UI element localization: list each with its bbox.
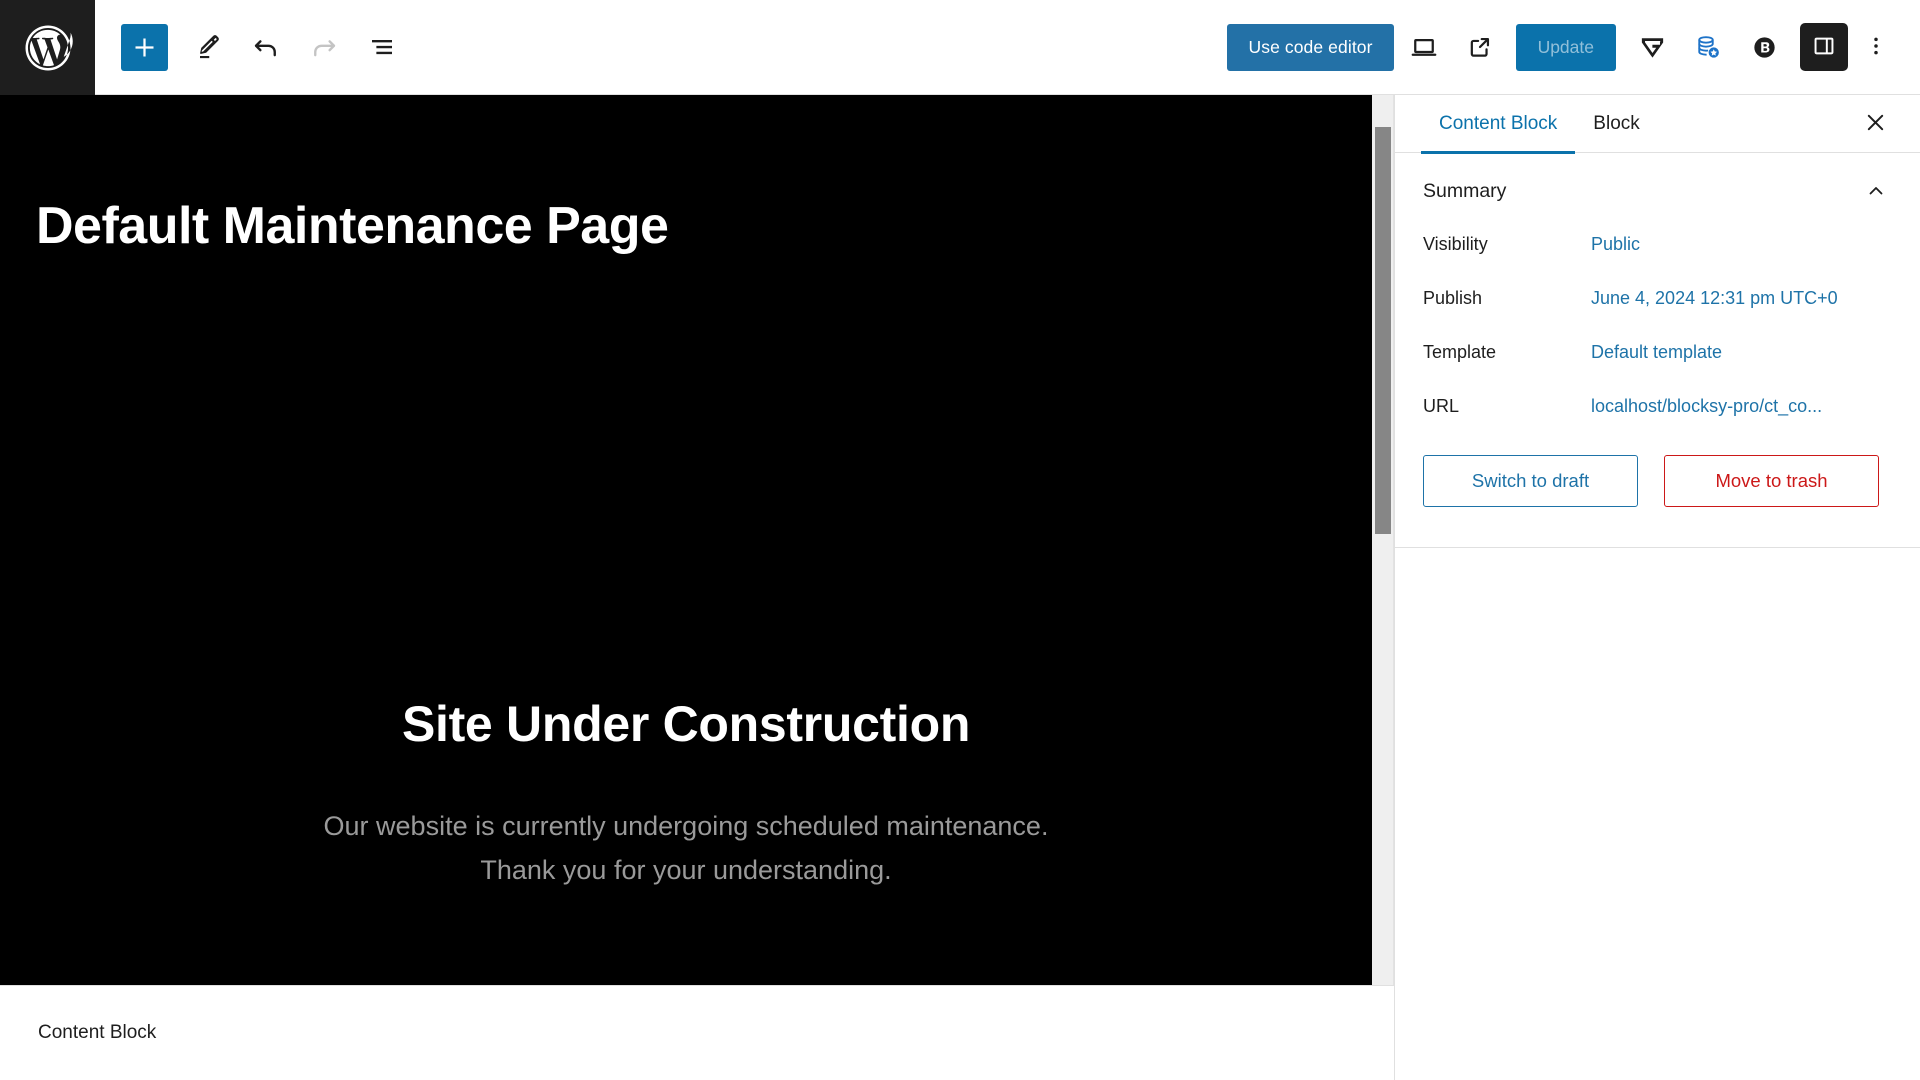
preview-button[interactable] bbox=[1398, 21, 1450, 73]
godaddy-button[interactable] bbox=[1626, 21, 1678, 73]
template-value-button[interactable]: Default template bbox=[1591, 339, 1892, 365]
post-preview-canvas[interactable]: Default Maintenance Page Site Under Cons… bbox=[0, 95, 1372, 1043]
undo-button[interactable] bbox=[238, 19, 294, 75]
summary-row-visibility: Visibility Public bbox=[1421, 231, 1894, 257]
external-link-icon bbox=[1466, 33, 1494, 61]
close-icon bbox=[1863, 110, 1888, 138]
canvas-scrollbar-thumb[interactable] bbox=[1375, 127, 1391, 534]
tab-content-block[interactable]: Content Block bbox=[1421, 95, 1576, 154]
summary-label: Template bbox=[1423, 342, 1497, 363]
laptop-preview-icon bbox=[1409, 32, 1439, 62]
visibility-value-button[interactable]: Public bbox=[1591, 231, 1892, 257]
summary-row-url: URL localhost/blocksy-pro/ct_co... bbox=[1421, 393, 1894, 419]
tab-block[interactable]: Block bbox=[1575, 95, 1657, 153]
publish-date-button[interactable]: June 4, 2024 12:31 pm UTC+0 bbox=[1591, 285, 1892, 311]
wordpress-block-editor: Use code editor Update Default Maintenan… bbox=[0, 0, 1920, 1080]
summary-action-buttons: Switch to draft Move to trash bbox=[1421, 419, 1894, 513]
editor-canvas-area: Default Maintenance Page Site Under Cons… bbox=[0, 95, 1394, 1080]
options-menu-button[interactable] bbox=[1854, 21, 1898, 73]
blocksy-b-icon bbox=[1750, 33, 1779, 62]
summary-panel-title: Summary bbox=[1423, 179, 1507, 202]
tools-edit-button[interactable] bbox=[180, 19, 236, 75]
settings-sidebar: Content Block Block Summary Visibility P… bbox=[1394, 95, 1920, 1080]
sidebar-panel-icon bbox=[1811, 33, 1837, 62]
summary-label: Publish bbox=[1423, 288, 1483, 309]
summary-label: Visibility bbox=[1423, 234, 1488, 254]
switch-to-draft-button[interactable]: Switch to draft bbox=[1423, 455, 1638, 508]
canvas-scrollbar[interactable] bbox=[1372, 95, 1394, 1043]
maintenance-paragraph[interactable]: Our website is currently undergoing sche… bbox=[0, 805, 1372, 892]
summary-row-template: Template Default template bbox=[1421, 339, 1894, 365]
summary-row-publish: Publish June 4, 2024 12:31 pm UTC+0 bbox=[1421, 285, 1894, 311]
editor-toolbar: Use code editor Update bbox=[0, 0, 1920, 95]
close-sidebar-button[interactable] bbox=[1854, 103, 1896, 145]
update-button[interactable]: Update bbox=[1515, 23, 1616, 71]
settings-sidebar-toggle-button[interactable] bbox=[1800, 23, 1848, 71]
toolbar-left-group bbox=[95, 0, 410, 94]
list-view-icon bbox=[367, 32, 397, 62]
chevron-up-icon bbox=[1860, 175, 1892, 207]
database-backup-button[interactable] bbox=[1682, 21, 1734, 73]
blocksy-button[interactable] bbox=[1738, 21, 1790, 73]
summary-label: URL bbox=[1423, 396, 1460, 417]
status-bar-breadcrumb[interactable]: Content Block bbox=[38, 1022, 156, 1044]
godaddy-shield-icon bbox=[1638, 33, 1667, 62]
use-code-editor-button[interactable]: Use code editor bbox=[1227, 23, 1394, 71]
undo-icon bbox=[251, 32, 281, 62]
editor-body: Default Maintenance Page Site Under Cons… bbox=[0, 95, 1920, 1080]
url-value-button[interactable]: localhost/blocksy-pro/ct_co... bbox=[1591, 393, 1861, 419]
view-post-button[interactable] bbox=[1454, 21, 1506, 73]
sidebar-tab-bar: Content Block Block bbox=[1395, 95, 1920, 154]
document-overview-button[interactable] bbox=[354, 19, 410, 75]
redo-icon bbox=[309, 32, 339, 62]
add-block-button[interactable] bbox=[121, 23, 168, 71]
maintenance-heading[interactable]: Site Under Construction bbox=[0, 695, 1372, 753]
wordpress-logo-button[interactable] bbox=[0, 0, 95, 95]
plus-icon bbox=[135, 38, 154, 56]
database-star-icon bbox=[1693, 32, 1723, 62]
move-to-trash-button[interactable]: Move to trash bbox=[1664, 455, 1879, 508]
wordpress-logo-icon bbox=[21, 21, 75, 75]
maintenance-paragraph-line-1: Our website is currently undergoing sche… bbox=[323, 811, 1049, 841]
redo-button[interactable] bbox=[296, 19, 352, 75]
toolbar-right-group: Use code editor Update bbox=[1227, 0, 1920, 94]
summary-panel-header[interactable]: Summary bbox=[1421, 153, 1894, 229]
summary-rows: Visibility Public Publish June 4, 2024 1… bbox=[1421, 229, 1894, 419]
more-vertical-icon bbox=[1864, 34, 1888, 61]
summary-panel: Summary Visibility Public Publish June 4… bbox=[1395, 153, 1920, 549]
maintenance-content-block[interactable]: Site Under Construction Our website is c… bbox=[0, 695, 1372, 892]
editor-status-bar: Content Block bbox=[0, 985, 1394, 1080]
post-title[interactable]: Default Maintenance Page bbox=[36, 197, 669, 255]
maintenance-paragraph-line-2: Thank you for your understanding. bbox=[480, 854, 892, 885]
pencil-icon bbox=[193, 32, 223, 62]
